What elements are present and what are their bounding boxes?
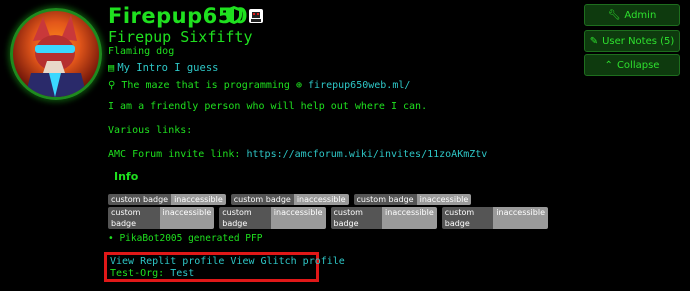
location-row: ⚲ The maze that is programming ⊕ firepup… [108, 80, 410, 91]
custom-badge[interactable]: custom badge inaccessible [353, 194, 472, 205]
map-pin-icon: ⚲ [108, 80, 116, 91]
replit-profile-link[interactable]: View Replit profile [110, 256, 224, 267]
website-link[interactable]: firepup650web.ml/ [308, 80, 410, 91]
amc-invite-label: AMC Forum invite link: [108, 149, 247, 160]
badge-value: inaccessible [416, 194, 472, 205]
badge-list: custom badge inaccessible custom badge ina… [108, 194, 548, 231]
badge-label: custom badge [230, 194, 294, 205]
bio-line-1: I am a friendly person who will help out… [108, 101, 428, 112]
user-notes-button[interactable]: ✎ User Notes (5) [584, 30, 680, 52]
badge-value: inaccessible [493, 207, 548, 229]
double-chevron-up-icon: ⌃ [604, 59, 613, 71]
custom-badge[interactable]: custom badge inaccessible [330, 207, 437, 229]
amc-invite-row: AMC Forum invite link: https://amcforum.… [108, 149, 487, 160]
custom-badge[interactable]: custom badge inaccessible [219, 207, 326, 229]
badge-value: inaccessible [293, 194, 349, 205]
bio-line-2: Various links: [108, 125, 193, 136]
full-name: Firepup Sixfifty [108, 28, 253, 46]
badge-label: custom badge [219, 207, 271, 229]
intro-link-text[interactable]: My Intro I guess [117, 62, 218, 74]
shield-icon [226, 6, 242, 24]
user-title: Flaming dog [108, 46, 175, 57]
user-notes-label: User Notes (5) [602, 35, 675, 47]
pfp-credit-text: PikaBot2005 generated PFP [119, 233, 263, 244]
badge-label: custom badge [108, 194, 172, 205]
collapse-button[interactable]: ⌃ Collapse [584, 54, 680, 76]
badge-value: inaccessible [171, 194, 226, 205]
admin-button[interactable]: 🔧︎ Admin [584, 4, 680, 26]
org-value[interactable]: Test [170, 268, 194, 279]
collapse-label: Collapse [616, 59, 660, 71]
flair-icon [249, 9, 263, 23]
custom-badge[interactable]: custom badge inaccessible [108, 194, 226, 205]
org-row: Test-Org: Test [110, 268, 194, 279]
info-heading: Info [114, 170, 139, 183]
globe-icon: ⊕ [295, 80, 302, 91]
wrench-icon: 🔧︎ [607, 9, 621, 21]
badge-value: inaccessible [382, 207, 437, 229]
custom-badge[interactable]: custom badge inaccessible [230, 194, 349, 205]
badge-label: custom badge [330, 207, 383, 229]
avatar[interactable] [10, 8, 102, 100]
glitch-profile-link[interactable]: View Glitch profile [230, 256, 344, 267]
custom-badge[interactable]: custom badge inaccessible [441, 207, 548, 229]
book-icon: ▤ [108, 62, 115, 74]
intro-link[interactable]: ▤ My Intro I guess [108, 62, 218, 74]
location-text: The maze that is programming [121, 80, 290, 91]
badge-value: inaccessible [159, 207, 215, 229]
custom-badge[interactable]: custom badge inaccessible [108, 207, 215, 229]
profile-links-row: View Replit profile View Glitch profile [110, 256, 345, 267]
amc-invite-link[interactable]: https://amcforum.wiki/invites/11zoAKmZtv [246, 149, 487, 160]
org-label: Test-Org: [110, 268, 165, 279]
avatar-image [25, 15, 87, 97]
pencil-icon: ✎ [589, 35, 599, 47]
badge-value: inaccessible [270, 207, 326, 229]
pfp-credit: • PikaBot2005 generated PFP [108, 233, 263, 244]
badge-label: custom badge [353, 194, 417, 205]
badge-label: custom badge [108, 207, 160, 229]
admin-label: Admin [624, 9, 657, 21]
badge-row: custom badge inaccessible custom badge ina… [108, 207, 548, 229]
badge-label: custom badge [441, 207, 494, 229]
badge-row: custom badge inaccessible custom badge ina… [108, 194, 548, 205]
